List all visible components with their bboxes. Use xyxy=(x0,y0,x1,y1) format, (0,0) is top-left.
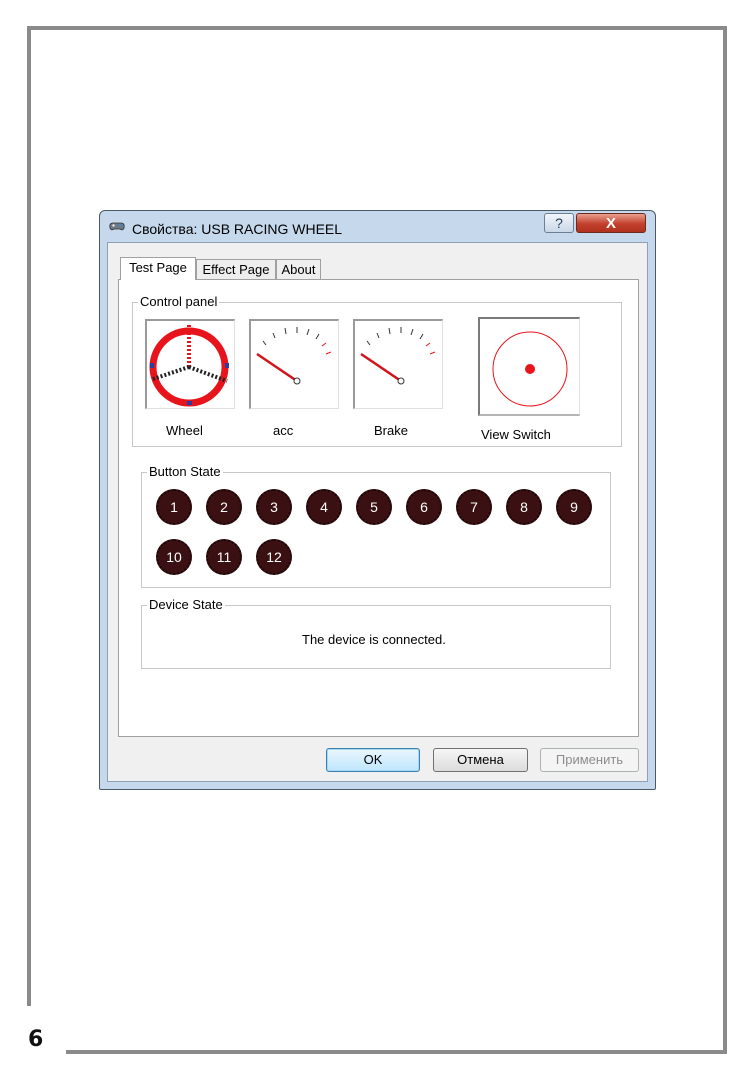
tab-about[interactable]: About xyxy=(276,259,321,279)
acc-label: acc xyxy=(273,423,294,438)
button-indicator: 5 xyxy=(356,489,392,525)
acc-gauge-dial xyxy=(256,327,332,385)
button-indicator: 11 xyxy=(206,539,242,575)
dialog-client-area: Test Page Effect Page About Control pane… xyxy=(107,242,648,782)
button-indicator: 9 xyxy=(556,489,592,525)
control-panel-group: Control panel Wheel acc Brake View Switc… xyxy=(132,294,622,447)
brake-gauge xyxy=(353,319,443,409)
tab-test-page[interactable]: Test Page xyxy=(120,257,196,280)
page-frame-top xyxy=(27,26,727,30)
button-indicator: 12 xyxy=(256,539,292,575)
button-indicator: 3 xyxy=(256,489,292,525)
button-state-label: Button State xyxy=(147,464,223,479)
device-status-text: The device is connected. xyxy=(302,632,446,647)
button-indicator: 7 xyxy=(456,489,492,525)
button-indicator: 4 xyxy=(306,489,342,525)
title-bar[interactable]: Свойства: USB RACING WHEEL ? X xyxy=(100,211,655,243)
wheel-display xyxy=(145,319,235,409)
button-indicator: 8 xyxy=(506,489,542,525)
device-state-label: Device State xyxy=(147,597,225,612)
button-indicator: 1 xyxy=(156,489,192,525)
apply-button[interactable]: Применить xyxy=(540,748,639,772)
close-button[interactable]: X xyxy=(576,213,646,233)
button-indicator: 10 xyxy=(156,539,192,575)
brake-gauge-dial xyxy=(360,327,436,385)
window-title: Свойства: USB RACING WHEEL xyxy=(132,221,343,237)
view-switch-label: View Switch xyxy=(481,427,551,442)
test-page-panel: Control panel Wheel acc Brake View Switc… xyxy=(118,279,639,737)
ok-button[interactable]: OK xyxy=(326,748,420,772)
acc-gauge xyxy=(249,319,339,409)
control-panel-label: Control panel xyxy=(138,294,220,309)
page-number: 6 xyxy=(28,1027,44,1052)
view-switch-indicator xyxy=(492,331,568,407)
page-frame-right xyxy=(723,26,727,1054)
wheel-label: Wheel xyxy=(166,423,203,438)
properties-dialog: Свойства: USB RACING WHEEL ? X Test Page… xyxy=(99,210,656,790)
tab-effect-page[interactable]: Effect Page xyxy=(196,259,276,279)
page-frame-left xyxy=(27,26,31,1006)
button-indicator: 6 xyxy=(406,489,442,525)
button-state-group: Button State 1 2 3 4 5 6 7 8 9 10 11 12 xyxy=(141,464,611,588)
help-button[interactable]: ? xyxy=(544,213,574,233)
steering-wheel-icon xyxy=(149,325,229,407)
page-frame-bottom xyxy=(66,1050,727,1054)
brake-label: Brake xyxy=(374,423,408,438)
gamepad-icon xyxy=(109,222,125,231)
device-state-group: Device State The device is connected. xyxy=(141,597,611,669)
view-switch-display xyxy=(478,317,580,416)
button-indicator: 2 xyxy=(206,489,242,525)
cancel-button[interactable]: Отмена xyxy=(433,748,528,772)
